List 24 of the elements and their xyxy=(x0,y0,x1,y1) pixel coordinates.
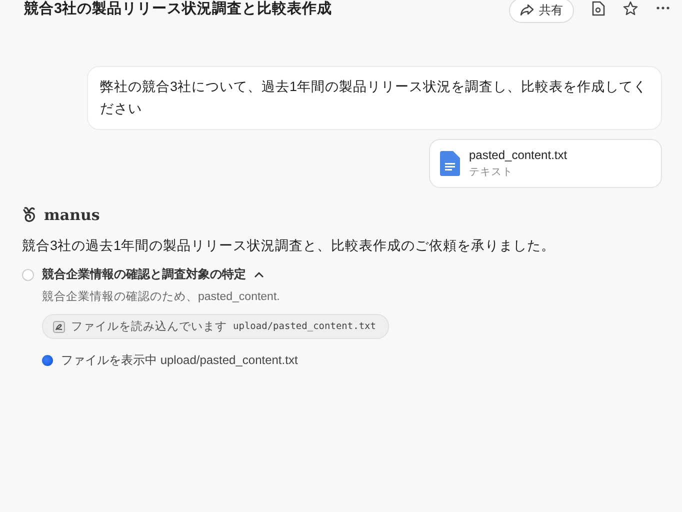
chevron-icon[interactable] xyxy=(254,272,264,278)
status-text: ファイルを表示中 upload/pasted_content.txt xyxy=(61,352,298,369)
step-description: 競合企業情報の確認のため、pasted_content. xyxy=(42,290,281,304)
file-path: upload/pasted_content.txt xyxy=(233,321,376,332)
edit-icon xyxy=(53,320,65,332)
share-button[interactable]: 共有 xyxy=(509,0,574,22)
tool-action-chip[interactable]: ファイルを読み込んでいます upload/pasted_content.txt xyxy=(42,314,389,339)
task-step[interactable]: 競合企業情報の確認と調査対象の特定 xyxy=(22,266,662,283)
chat-title: 競合3社の製品リリース状況調査と比較表作成 xyxy=(24,0,334,18)
star-icon[interactable] xyxy=(623,0,638,16)
attachment-card[interactable]: pasted_content.txt テキスト xyxy=(429,139,662,188)
progress-dot-icon xyxy=(42,355,53,366)
assistant-name: manus xyxy=(44,206,100,224)
file-name: pasted_content.txt xyxy=(469,148,568,162)
share-icon xyxy=(520,4,534,16)
logo-icon xyxy=(22,206,38,224)
file-type: テキスト xyxy=(469,165,514,179)
file-search-icon[interactable] xyxy=(592,0,605,16)
more-icon[interactable] xyxy=(656,6,670,10)
assistant-reply: 競合3社の過去1年間の製品リリース状況調査と、比較表作成のご依頼を承りました。 xyxy=(22,237,556,255)
document-icon xyxy=(440,151,460,176)
user-message: 弊社の競合3社について、過去1年間の製品リリース状況を調査し、比較表を作成してください xyxy=(87,66,662,130)
tool-action: ファイルを読み込んでいます xyxy=(71,320,227,334)
step-title: 競合企業情報の確認と調査対象の特定 xyxy=(42,266,246,283)
